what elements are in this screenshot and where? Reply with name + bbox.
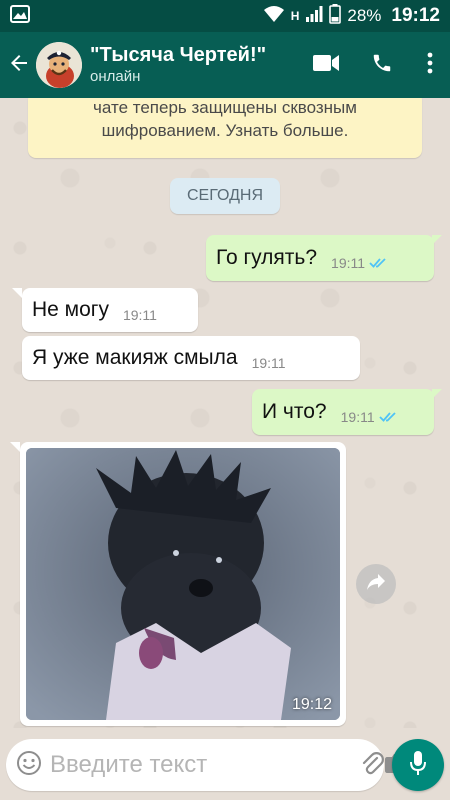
signal-icon — [305, 5, 323, 28]
network-type: H — [290, 9, 300, 23]
message-time: 19:11 — [122, 307, 157, 323]
phone-icon — [371, 52, 393, 79]
encryption-notice-line: чате теперь защищены сквозным — [93, 98, 357, 117]
status-time: 19:12 — [391, 5, 440, 26]
attach-button[interactable] — [360, 745, 384, 785]
message-outgoing[interactable]: Го гулять? 19:11 — [206, 235, 434, 281]
message-incoming[interactable]: Я уже макияж смыла 19:11 — [22, 336, 360, 380]
chat-status: онлайн — [90, 68, 141, 85]
video-call-icon — [313, 54, 339, 77]
chat-title-block[interactable]: "Тысяча Чертей!" онлайн — [90, 43, 266, 87]
more-vert-icon — [427, 52, 433, 79]
battery-percent: 28% — [347, 6, 382, 25]
read-ticks-icon — [369, 257, 387, 269]
back-button[interactable] — [2, 32, 36, 98]
photo-time: 19:12 — [291, 696, 332, 713]
composer-bar — [0, 730, 450, 800]
back-arrow-icon — [7, 51, 31, 80]
mic-icon — [409, 750, 427, 781]
message-text: Не могу — [32, 298, 109, 321]
status-bar: H 28% 19:12 — [0, 0, 450, 32]
video-call-button[interactable] — [298, 32, 354, 98]
battery-icon — [329, 3, 342, 29]
forward-button[interactable] — [356, 564, 396, 604]
message-time: 19:11 — [340, 409, 375, 425]
photo-message[interactable]: 19:12 — [20, 442, 346, 726]
message-time: 19:11 — [251, 355, 286, 371]
message-text: И что? — [262, 400, 327, 423]
date-separator-label: СЕГОДНЯ — [186, 187, 264, 204]
bubble-tail — [432, 389, 442, 399]
message-time: 19:11 — [331, 255, 366, 271]
chat-area[interactable]: чате теперь защищены сквозным шифрование… — [0, 98, 450, 728]
wifi-icon — [263, 5, 285, 28]
bubble-tail — [12, 288, 22, 298]
message-incoming[interactable]: Не могу 19:11 — [22, 288, 198, 332]
composer-input-box[interactable] — [6, 739, 409, 791]
message-text: Я уже макияж смыла — [32, 346, 238, 369]
encryption-notice-line: шифрованием. Узнать больше. — [101, 121, 349, 140]
message-text: Го гулять? — [216, 246, 318, 269]
attach-icon — [360, 750, 384, 781]
message-input[interactable] — [50, 751, 360, 779]
avatar[interactable] — [36, 42, 82, 88]
emoji-button[interactable] — [16, 745, 42, 785]
gallery-notification-icon — [10, 4, 30, 28]
bubble-tail — [10, 442, 20, 452]
forward-icon — [366, 573, 386, 596]
dog-photo — [26, 448, 340, 720]
voice-call-button[interactable] — [354, 32, 410, 98]
emoji-icon — [16, 750, 42, 781]
encryption-notice[interactable]: чате теперь защищены сквозным шифрование… — [28, 98, 422, 158]
read-ticks-icon — [378, 411, 397, 423]
voice-record-button[interactable] — [392, 739, 444, 791]
more-options-button[interactable] — [410, 32, 450, 98]
message-outgoing[interactable]: И что? 19:11 — [252, 389, 434, 435]
date-separator: СЕГОДНЯ — [170, 178, 280, 214]
chat-title: "Тысяча Чертей!" — [90, 44, 267, 66]
bubble-tail — [432, 235, 442, 245]
chat-header: "Тысяча Чертей!" онлайн — [0, 32, 450, 98]
photo-image[interactable]: 19:12 — [26, 448, 340, 720]
